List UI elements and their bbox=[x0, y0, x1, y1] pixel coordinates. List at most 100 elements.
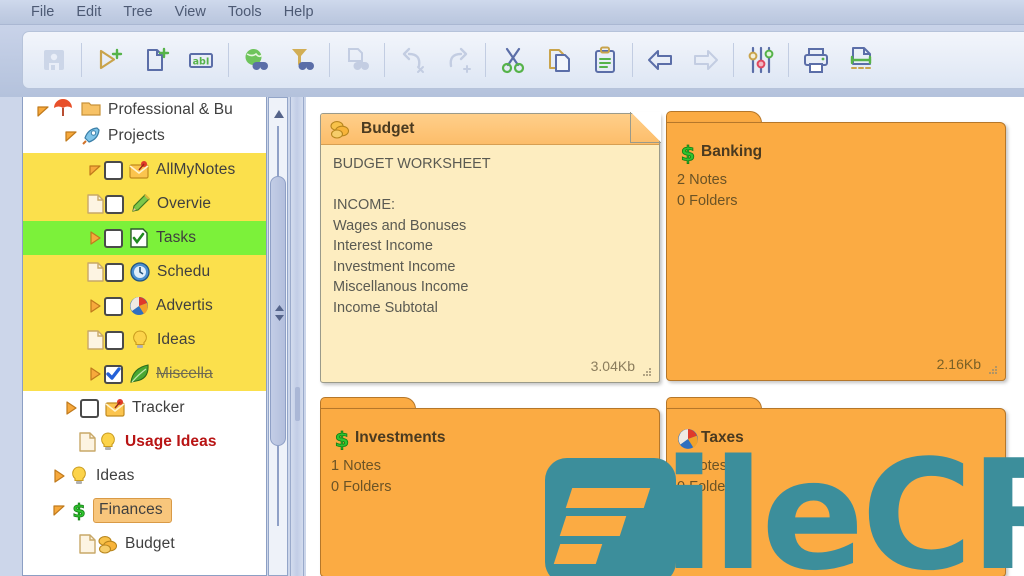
tree-item-miscellaneous[interactable]: Miscella bbox=[23, 357, 266, 391]
tree-item-ideas-sub[interactable]: Ideas bbox=[23, 323, 266, 357]
tree-item-label: Schedu bbox=[157, 263, 211, 280]
search-globe-icon[interactable] bbox=[233, 37, 279, 83]
note-card-header[interactable]: Budget bbox=[321, 114, 659, 145]
svg-text:abI: abI bbox=[193, 57, 210, 68]
folder-folder-count: 0 Folders bbox=[331, 479, 392, 495]
folder-folder-count: 0 Folders bbox=[677, 479, 738, 495]
tree-item-budget[interactable]: Budget bbox=[23, 527, 266, 561]
menu-edit[interactable]: Edit bbox=[65, 2, 112, 22]
forward-arrow-icon bbox=[683, 37, 729, 83]
folder-card-title: Taxes bbox=[701, 429, 744, 446]
tree-item-tasks[interactable]: Tasks bbox=[23, 221, 266, 255]
tree-item-advertising[interactable]: Advertis bbox=[23, 289, 266, 323]
tree-item-label: Tasks bbox=[156, 229, 197, 246]
folder-folder-count: 0 Folders bbox=[677, 193, 738, 209]
dollar-icon: $ bbox=[676, 141, 700, 170]
folder-card-body: Taxes 0 Notes 0 Folders bbox=[666, 408, 1006, 576]
tree-item-ideas[interactable]: Ideas bbox=[23, 459, 266, 493]
cut-icon[interactable] bbox=[490, 37, 536, 83]
card-budget[interactable]: Budget BUDGET WORKSHEET INCOME: Wages and… bbox=[320, 112, 661, 383]
folder-note-count: 2 Notes bbox=[677, 172, 727, 188]
tree-item-projects[interactable]: Projects bbox=[23, 119, 266, 153]
resize-grip[interactable] bbox=[643, 368, 652, 377]
scrollbar-thumb[interactable] bbox=[270, 176, 286, 446]
page-setup-icon[interactable] bbox=[839, 37, 885, 83]
panel-splitter[interactable] bbox=[290, 97, 304, 576]
folder-card-title: Investments bbox=[355, 429, 446, 446]
bulb-icon bbox=[133, 330, 147, 348]
note-card-body: Budget BUDGET WORKSHEET INCOME: Wages and… bbox=[320, 113, 660, 383]
menu-file[interactable]: File bbox=[20, 2, 65, 22]
tree-checkbox[interactable] bbox=[104, 296, 123, 316]
tree-item-label: Finances bbox=[99, 500, 163, 518]
paste-icon[interactable] bbox=[582, 37, 628, 83]
folder-card-counts: 0 Notes 0 Folders bbox=[677, 456, 737, 498]
menu-tools[interactable]: Tools bbox=[217, 2, 273, 22]
card-banking[interactable]: $ Banking 2 Notes 0 Folders 2.16Kb bbox=[666, 111, 1006, 381]
checkbox-doc-icon bbox=[130, 228, 148, 248]
card-taxes[interactable]: Taxes 0 Notes 0 Folders bbox=[666, 397, 1006, 576]
scroll-up-arrow-icon[interactable] bbox=[273, 106, 285, 124]
back-arrow-icon[interactable] bbox=[637, 37, 683, 83]
splitter-grip[interactable] bbox=[295, 387, 300, 421]
tree-item-label: Advertis bbox=[156, 297, 213, 314]
resize-grip[interactable] bbox=[989, 366, 998, 375]
twisty-expanded-icon[interactable] bbox=[35, 103, 51, 119]
add-folder-icon[interactable] bbox=[86, 37, 132, 83]
tree-checkbox[interactable] bbox=[104, 364, 123, 384]
tree-checkbox[interactable] bbox=[105, 194, 124, 214]
twisty-collapsed-icon[interactable] bbox=[87, 366, 103, 382]
rename-icon[interactable]: abI bbox=[178, 37, 224, 83]
undo-icon bbox=[389, 37, 435, 83]
tree-checkbox[interactable] bbox=[80, 398, 99, 418]
twisty-collapsed-icon[interactable] bbox=[63, 400, 79, 416]
tree-item-label: Projects bbox=[108, 127, 165, 144]
settings-sliders-icon[interactable] bbox=[738, 37, 784, 83]
search-in-note-icon bbox=[334, 37, 380, 83]
twisty-expanded-icon[interactable] bbox=[87, 162, 103, 178]
tree-checkbox[interactable] bbox=[104, 228, 123, 248]
toolbar-separator bbox=[81, 43, 82, 77]
toolbar-separator bbox=[733, 43, 734, 77]
tree-item-professional-business[interactable]: Professional & Bu bbox=[23, 97, 266, 119]
tree-vertical-scrollbar[interactable] bbox=[268, 97, 288, 576]
application-window: File Edit Tree View Tools Help abI Profession… bbox=[0, 0, 1024, 576]
tree-item-finances[interactable]: $ Finances bbox=[23, 493, 266, 527]
tree-item-overview[interactable]: Overvie bbox=[23, 187, 266, 221]
twisty-collapsed-icon[interactable] bbox=[51, 468, 67, 484]
add-note-icon[interactable] bbox=[132, 37, 178, 83]
tree-item-usage-ideas[interactable]: Usage Ideas bbox=[23, 425, 266, 459]
filter-search-icon[interactable] bbox=[279, 37, 325, 83]
page-icon bbox=[79, 432, 96, 452]
print-icon[interactable] bbox=[793, 37, 839, 83]
toolbar-separator bbox=[632, 43, 633, 77]
menu-help[interactable]: Help bbox=[273, 2, 325, 22]
card-investments[interactable]: $ Investments 1 Notes 0 Folders bbox=[320, 397, 660, 576]
twisty-collapsed-icon[interactable] bbox=[87, 230, 103, 246]
redo-icon bbox=[435, 37, 481, 83]
tree-selection-box: Finances bbox=[93, 497, 172, 523]
twisty-expanded-icon[interactable] bbox=[51, 502, 67, 518]
note-card-size: 3.04Kb bbox=[590, 358, 635, 374]
toolbar-separator bbox=[228, 43, 229, 77]
tree-panel[interactable]: Professional & Bu Projects AllMyNotes Overv… bbox=[22, 97, 267, 576]
tree-checkbox[interactable] bbox=[105, 330, 124, 350]
twisty-expanded-icon[interactable] bbox=[63, 128, 79, 144]
menu-view[interactable]: View bbox=[164, 2, 217, 22]
pie-chart-icon bbox=[130, 297, 148, 315]
umbrella-icon bbox=[54, 99, 72, 116]
tree-item-allmynotes[interactable]: AllMyNotes bbox=[23, 153, 266, 187]
tree-item-label: Professional & Bu bbox=[108, 101, 233, 118]
tree-item-tracker[interactable]: Tracker bbox=[23, 391, 266, 425]
twisty-collapsed-icon[interactable] bbox=[87, 298, 103, 314]
toolbar-separator bbox=[384, 43, 385, 77]
tree-checkbox[interactable] bbox=[104, 160, 123, 180]
toolbar-separator bbox=[329, 43, 330, 77]
tree-checkbox[interactable] bbox=[105, 262, 124, 282]
pie-chart-icon bbox=[676, 427, 700, 456]
note-pin-icon bbox=[105, 399, 125, 417]
tree-item-label: Budget bbox=[125, 535, 175, 552]
copy-icon[interactable] bbox=[536, 37, 582, 83]
menu-tree[interactable]: Tree bbox=[112, 2, 163, 22]
tree-item-schedule[interactable]: Schedu bbox=[23, 255, 266, 289]
